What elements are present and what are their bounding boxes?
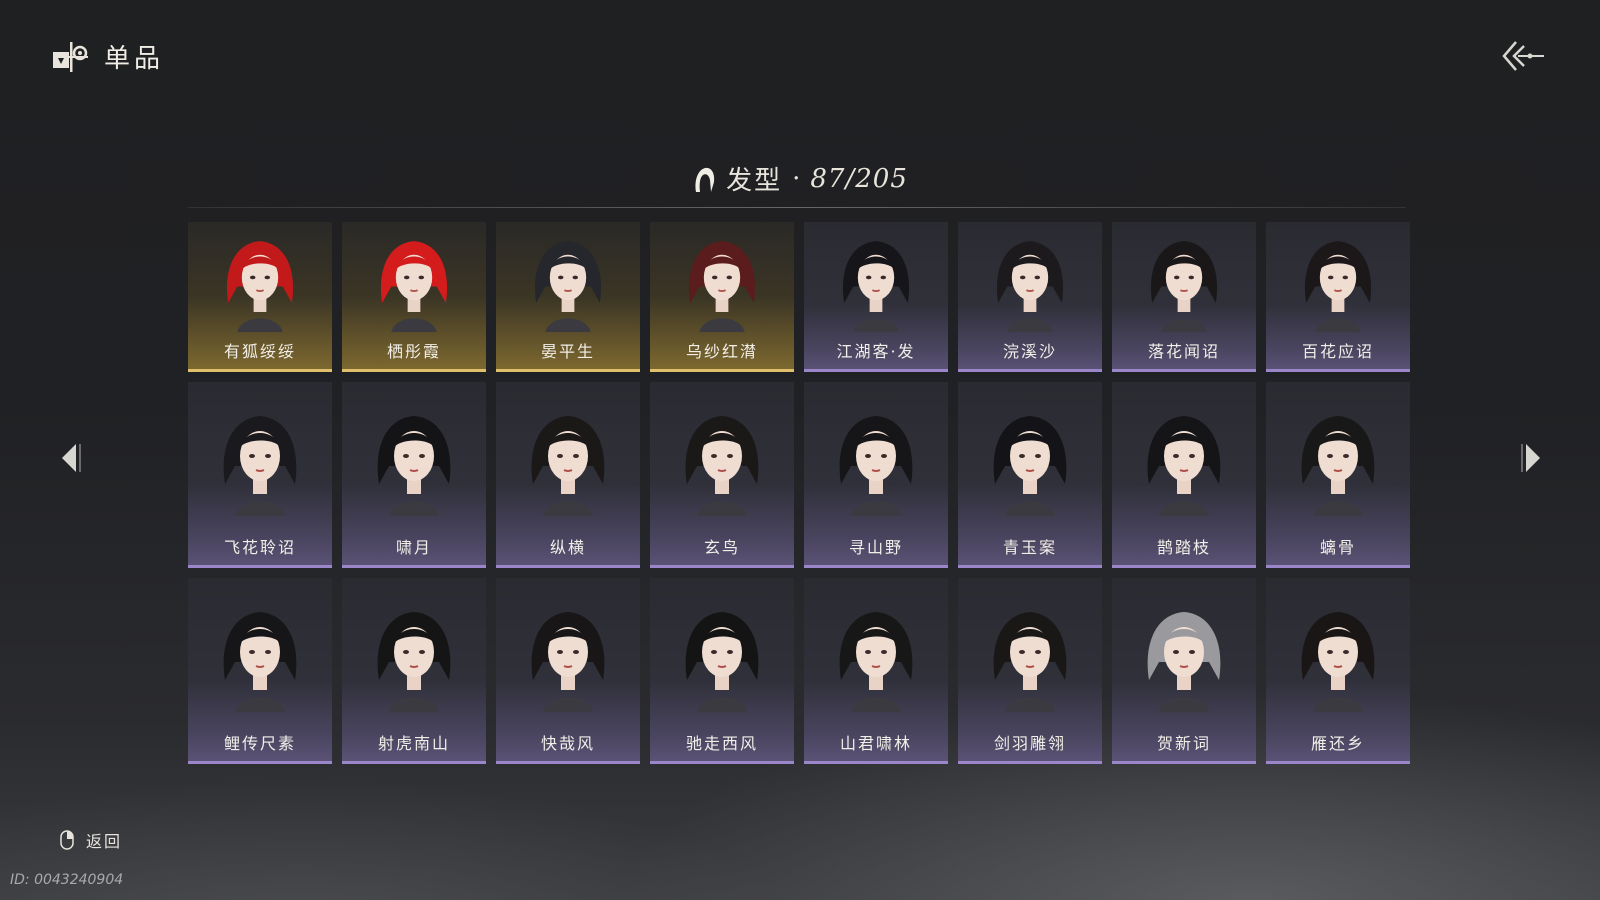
hairstyle-card[interactable]: 驰走西风	[650, 578, 794, 764]
hairstyle-card[interactable]: 贺新词	[1112, 578, 1256, 764]
hairstyle-card[interactable]: 纵横	[496, 382, 640, 568]
character-portrait	[205, 592, 315, 722]
character-portrait	[1283, 396, 1393, 526]
hairstyle-card[interactable]: 雁还乡	[1266, 578, 1410, 764]
character-portrait	[975, 396, 1085, 526]
character-portrait	[513, 396, 623, 526]
hairstyle-name: 玄鸟	[703, 538, 740, 557]
footer-back-button[interactable]: 返回	[60, 828, 122, 852]
hairstyle-name: 雁还乡	[1310, 734, 1365, 753]
hairstyle-name: 乌纱红潸	[685, 342, 758, 361]
character-portrait	[667, 592, 777, 722]
double-chevron-back-icon	[1498, 41, 1546, 80]
hairstyle-name: 剑羽雕翎	[993, 734, 1066, 753]
hairstyle-name: 射虎南山	[377, 734, 450, 753]
hairstyle-name: 有狐绥绥	[223, 342, 296, 361]
arrow-right-icon	[1518, 444, 1544, 480]
character-portrait	[205, 232, 315, 332]
hairstyle-card[interactable]: 鲤传尺素	[188, 578, 332, 764]
character-portrait	[1129, 592, 1239, 722]
hairstyle-icon	[692, 164, 716, 194]
hairstyle-card[interactable]: 山君啸林	[804, 578, 948, 764]
prev-page-button[interactable]	[58, 440, 84, 476]
inventory-emblem-icon	[50, 36, 90, 76]
mouse-right-click-icon	[60, 830, 74, 850]
character-portrait	[1283, 232, 1393, 332]
character-portrait	[513, 592, 623, 722]
hairstyle-card[interactable]: 百花应诏	[1266, 222, 1410, 372]
hairstyle-name: 驰走西风	[685, 734, 758, 753]
hairstyle-card[interactable]: 快哉风	[496, 578, 640, 764]
hairstyle-name: 纵横	[549, 538, 586, 557]
hairstyle-card[interactable]: 浣溪沙	[958, 222, 1102, 372]
character-portrait	[1129, 396, 1239, 526]
back-button[interactable]	[1498, 36, 1546, 76]
hairstyle-name: 江湖客·发	[836, 342, 916, 361]
hairstyle-name: 落花闻诏	[1147, 342, 1220, 361]
character-portrait	[359, 232, 469, 332]
category-label: 发型	[726, 166, 783, 196]
hairstyle-card[interactable]: 青玉案	[958, 382, 1102, 568]
character-portrait	[821, 592, 931, 722]
hairstyle-card[interactable]: 有狐绥绥	[188, 222, 332, 372]
hairstyle-name: 百花应诏	[1301, 342, 1374, 361]
page-title: 单品	[104, 43, 165, 74]
hairstyle-name: 寻山野	[848, 538, 903, 557]
player-id: ID: 0043240904	[10, 872, 124, 888]
header-divider	[188, 207, 1406, 208]
back-label: 返回	[86, 832, 123, 851]
hairstyle-name: 快哉风	[540, 734, 595, 753]
hairstyle-grid: 有狐绥绥 栖彤霞 晏平生 乌纱红潸 江湖客·发 浣溪沙 落花闻诏 百花应诏飞花聆诏 啸月 纵横 玄鸟…	[188, 222, 1410, 764]
hairstyle-card[interactable]: 晏平生	[496, 222, 640, 372]
hairstyle-card[interactable]: 栖彤霞	[342, 222, 486, 372]
hairstyle-card[interactable]: 寻山野	[804, 382, 948, 568]
hairstyle-name: 浣溪沙	[1002, 342, 1057, 361]
hairstyle-card[interactable]: 啸月	[342, 382, 486, 568]
hairstyle-name: 贺新词	[1156, 734, 1211, 753]
character-portrait	[1129, 232, 1239, 332]
character-portrait	[513, 232, 623, 332]
hairstyle-name: 啸月	[395, 538, 432, 557]
character-portrait	[821, 396, 931, 526]
hairstyle-card[interactable]: 鹊踏枝	[1112, 382, 1256, 568]
page-header: 单品	[50, 36, 164, 76]
character-portrait	[667, 232, 777, 332]
hairstyle-name: 鲤传尺素	[223, 734, 296, 753]
hairstyle-card[interactable]: 乌纱红潸	[650, 222, 794, 372]
character-portrait	[205, 396, 315, 526]
hairstyle-card[interactable]: 剑羽雕翎	[958, 578, 1102, 764]
character-portrait	[359, 396, 469, 526]
hairstyle-name: 鹊踏枝	[1156, 538, 1211, 557]
character-portrait	[1283, 592, 1393, 722]
arrow-left-icon	[58, 444, 84, 480]
hairstyle-name: 晏平生	[540, 342, 595, 361]
character-portrait	[359, 592, 469, 722]
hairstyle-name: 山君啸林	[839, 734, 912, 753]
hairstyle-card[interactable]: 螭骨	[1266, 382, 1410, 568]
hairstyle-card[interactable]: 落花闻诏	[1112, 222, 1256, 372]
hairstyle-card[interactable]: 飞花聆诏	[188, 382, 332, 568]
hairstyle-card[interactable]: 江湖客·发	[804, 222, 948, 372]
hairstyle-name: 螭骨	[1319, 538, 1356, 557]
character-portrait	[975, 232, 1085, 332]
hairstyle-card[interactable]: 射虎南山	[342, 578, 486, 764]
hairstyle-name: 飞花聆诏	[223, 538, 296, 557]
hairstyle-name: 青玉案	[1002, 538, 1057, 557]
category-header: 发型 · 87/205	[0, 160, 1600, 197]
collection-count: 87/205	[810, 163, 908, 194]
hairstyle-card[interactable]: 玄鸟	[650, 382, 794, 568]
character-portrait	[975, 592, 1085, 722]
next-page-button[interactable]	[1518, 440, 1544, 476]
hairstyle-name: 栖彤霞	[386, 342, 441, 361]
character-portrait	[821, 232, 931, 332]
character-portrait	[667, 396, 777, 526]
category-separator: ·	[792, 163, 801, 194]
